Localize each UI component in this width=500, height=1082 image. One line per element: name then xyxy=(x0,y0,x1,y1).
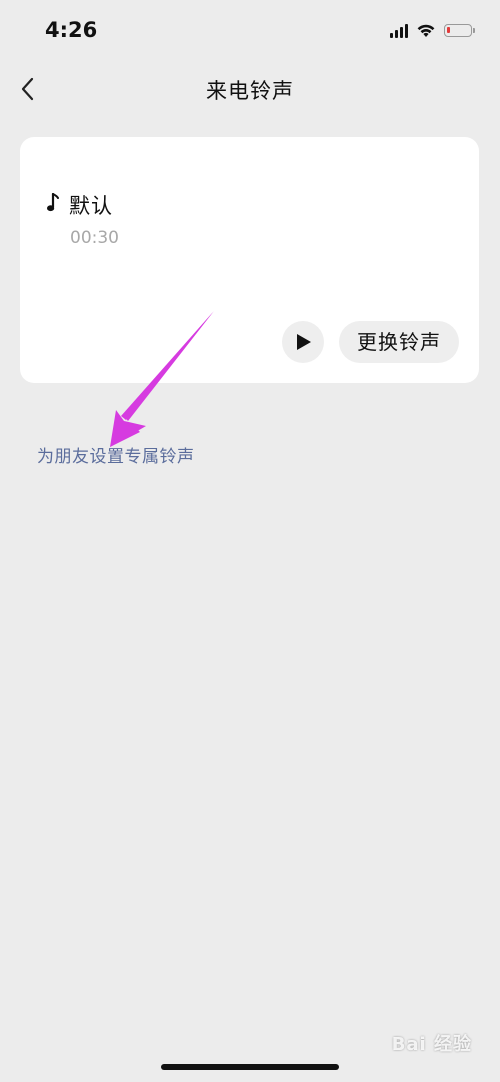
battery-icon xyxy=(444,23,475,37)
change-ringtone-button[interactable]: 更换铃声 xyxy=(339,321,459,363)
music-note-icon xyxy=(47,193,59,212)
watermark: Bai 经验 xyxy=(391,1034,472,1055)
ringtone-duration: 00:30 xyxy=(70,228,119,248)
battery-level xyxy=(447,26,450,33)
ringtone-name: 默认 xyxy=(69,194,113,218)
set-friend-ringtone-link[interactable]: 为朋友设置专属铃声 xyxy=(37,442,195,467)
page-title: 来电铃声 xyxy=(206,79,294,103)
wifi-icon xyxy=(417,24,435,37)
signal-icon xyxy=(390,22,408,38)
home-indicator[interactable] xyxy=(161,1064,339,1070)
status-bar: 4:26 xyxy=(0,0,500,62)
play-icon xyxy=(297,334,311,350)
ringtone-card: 默认 00:30 更换铃声 xyxy=(20,137,479,383)
status-icons xyxy=(390,22,475,38)
status-time: 4:26 xyxy=(45,18,98,42)
nav-bar: 来电铃声 xyxy=(0,62,500,116)
play-button[interactable] xyxy=(282,321,324,363)
